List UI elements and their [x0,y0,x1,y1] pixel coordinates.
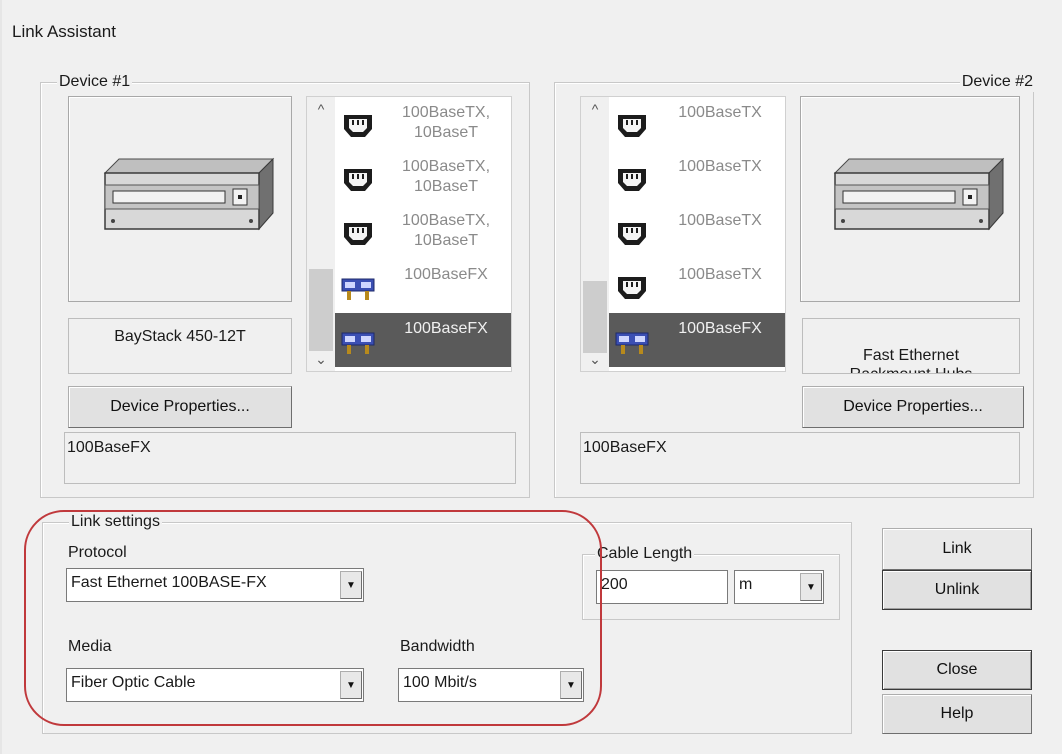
device-2-port-item[interactable]: 100BaseTX [609,259,785,313]
cable-length-value: 200 [601,576,628,593]
device-2-port-item[interactable]: 100BaseTX [609,205,785,259]
rj45-port-icon [615,219,649,252]
rj45-port-icon [618,169,646,191]
device-1-port-item[interactable]: 100BaseTX, 10BaseT [335,151,511,205]
device-1-port-list[interactable]: ^ ⌄ 100BaseTX, 10BaseT 100BaseTX, 10BaseT… [306,96,512,372]
port-label: 100BaseTX, 10BaseT [401,212,491,249]
fiber-port-icon [341,332,375,354]
port-label: 100BaseTX [678,158,762,175]
media-select[interactable]: Fiber Optic Cable ▼ [66,668,364,702]
device-2-name-text: Fast Ethernet Rackmount Hubs FEH 16 (2) [850,347,973,373]
device-1-port-item[interactable]: 100BaseTX, 10BaseT [335,205,511,259]
bandwidth-value: 100 Mbit/s [403,674,477,691]
device-1-port-item[interactable]: 100BaseFX [335,259,511,313]
link-button[interactable]: Link [882,528,1032,570]
port-label: 100BaseTX [678,212,762,229]
scroll-up-arrow-icon[interactable]: ^ [307,97,335,121]
rj45-port-icon [618,277,646,299]
help-button[interactable]: Help [882,694,1032,734]
cable-length-unit: m [739,576,753,593]
chevron-down-icon[interactable]: ▼ [340,671,362,699]
scroll-down-arrow-icon[interactable]: ⌄ [307,347,335,371]
scroll-up-arrow-icon[interactable]: ^ [581,97,609,121]
rj45-port-icon [344,115,372,137]
link-settings-legend: Link settings [69,512,162,532]
rj45-port-icon [341,165,375,198]
device-1-selected-port-info: 100BaseFX [64,432,516,484]
media-label: Media [68,638,112,655]
device-1-name: BayStack 450-12T [68,318,292,374]
fiber-port-icon [615,332,649,354]
device-2-name: Fast Ethernet Rackmount Hubs FEH 16 (2) [802,318,1020,374]
fiber-port-icon [341,278,375,300]
device-1-image [68,96,292,302]
rj45-port-icon [618,223,646,245]
chevron-down-icon[interactable]: ▼ [800,573,822,601]
hub-device-icon [833,157,1005,231]
device-1-port-item[interactable]: 100BaseTX, 10BaseT [335,97,511,151]
scrollbar-thumb[interactable] [583,281,607,353]
scroll-down-arrow-icon[interactable]: ⌄ [581,347,609,371]
port-label: 100BaseTX [678,266,762,283]
fiber-port-icon [341,327,375,360]
switch-device-icon [103,157,275,231]
device-1-name-text: BayStack 450-12T [114,328,246,345]
protocol-label: Protocol [68,544,127,561]
device-2-port-scrollbar[interactable]: ^ ⌄ [581,97,609,371]
port-label: 100BaseFX [404,320,488,337]
window-title: Link Assistant [12,22,116,41]
device-1-port-item[interactable]: 100BaseFX [335,313,511,367]
rj45-port-icon [615,273,649,306]
cable-length-input[interactable]: 200 [596,570,728,604]
protocol-select[interactable]: Fast Ethernet 100BASE-FX ▼ [66,568,364,602]
rj45-port-icon [618,115,646,137]
cable-length-unit-select[interactable]: m ▼ [734,570,824,604]
device-2-port-item[interactable]: 100BaseTX [609,97,785,151]
port-label: 100BaseFX [678,320,762,337]
protocol-value: Fast Ethernet 100BASE-FX [71,574,267,591]
device-2-port-item[interactable]: 100BaseTX [609,151,785,205]
link-assistant-dialog: Link Assistant Device #1 BayStack 450-12… [0,0,1062,754]
device-2-port-list[interactable]: ^ ⌄ 100BaseTX 100BaseTX 100BaseTX 100BaseTX… [580,96,786,372]
port-label: 100BaseTX, 10BaseT [401,104,491,141]
chevron-down-icon[interactable]: ▼ [560,671,582,699]
rj45-port-icon [615,165,649,198]
chevron-down-icon[interactable]: ▼ [340,571,362,599]
rj45-port-icon [341,219,375,252]
device-1-legend: Device #1 [57,72,133,92]
device-2-image [800,96,1020,302]
device-1-port-scrollbar[interactable]: ^ ⌄ [307,97,335,371]
cable-length-legend: Cable Length [595,544,695,564]
bandwidth-select[interactable]: 100 Mbit/s ▼ [398,668,584,702]
port-label: 100BaseTX [678,104,762,121]
device-2-legend: Device #2 [959,72,1035,92]
device-2-port-item[interactable]: 100BaseFX [609,313,785,367]
port-label: 100BaseFX [404,266,488,283]
fiber-port-icon [341,273,375,306]
device-1-properties-button[interactable]: Device Properties... [68,386,292,428]
rj45-port-icon [344,169,372,191]
close-button[interactable]: Close [882,650,1032,690]
rj45-port-icon [615,111,649,144]
port-label: 100BaseTX, 10BaseT [401,158,491,195]
rj45-port-icon [341,111,375,144]
unlink-button[interactable]: Unlink [882,570,1032,610]
device-2-selected-port-info: 100BaseFX [580,432,1020,484]
device-2-properties-button[interactable]: Device Properties... [802,386,1024,428]
scrollbar-thumb[interactable] [309,269,333,351]
bandwidth-label: Bandwidth [400,638,475,655]
fiber-port-icon [615,327,649,360]
media-value: Fiber Optic Cable [71,674,196,691]
rj45-port-icon [344,223,372,245]
